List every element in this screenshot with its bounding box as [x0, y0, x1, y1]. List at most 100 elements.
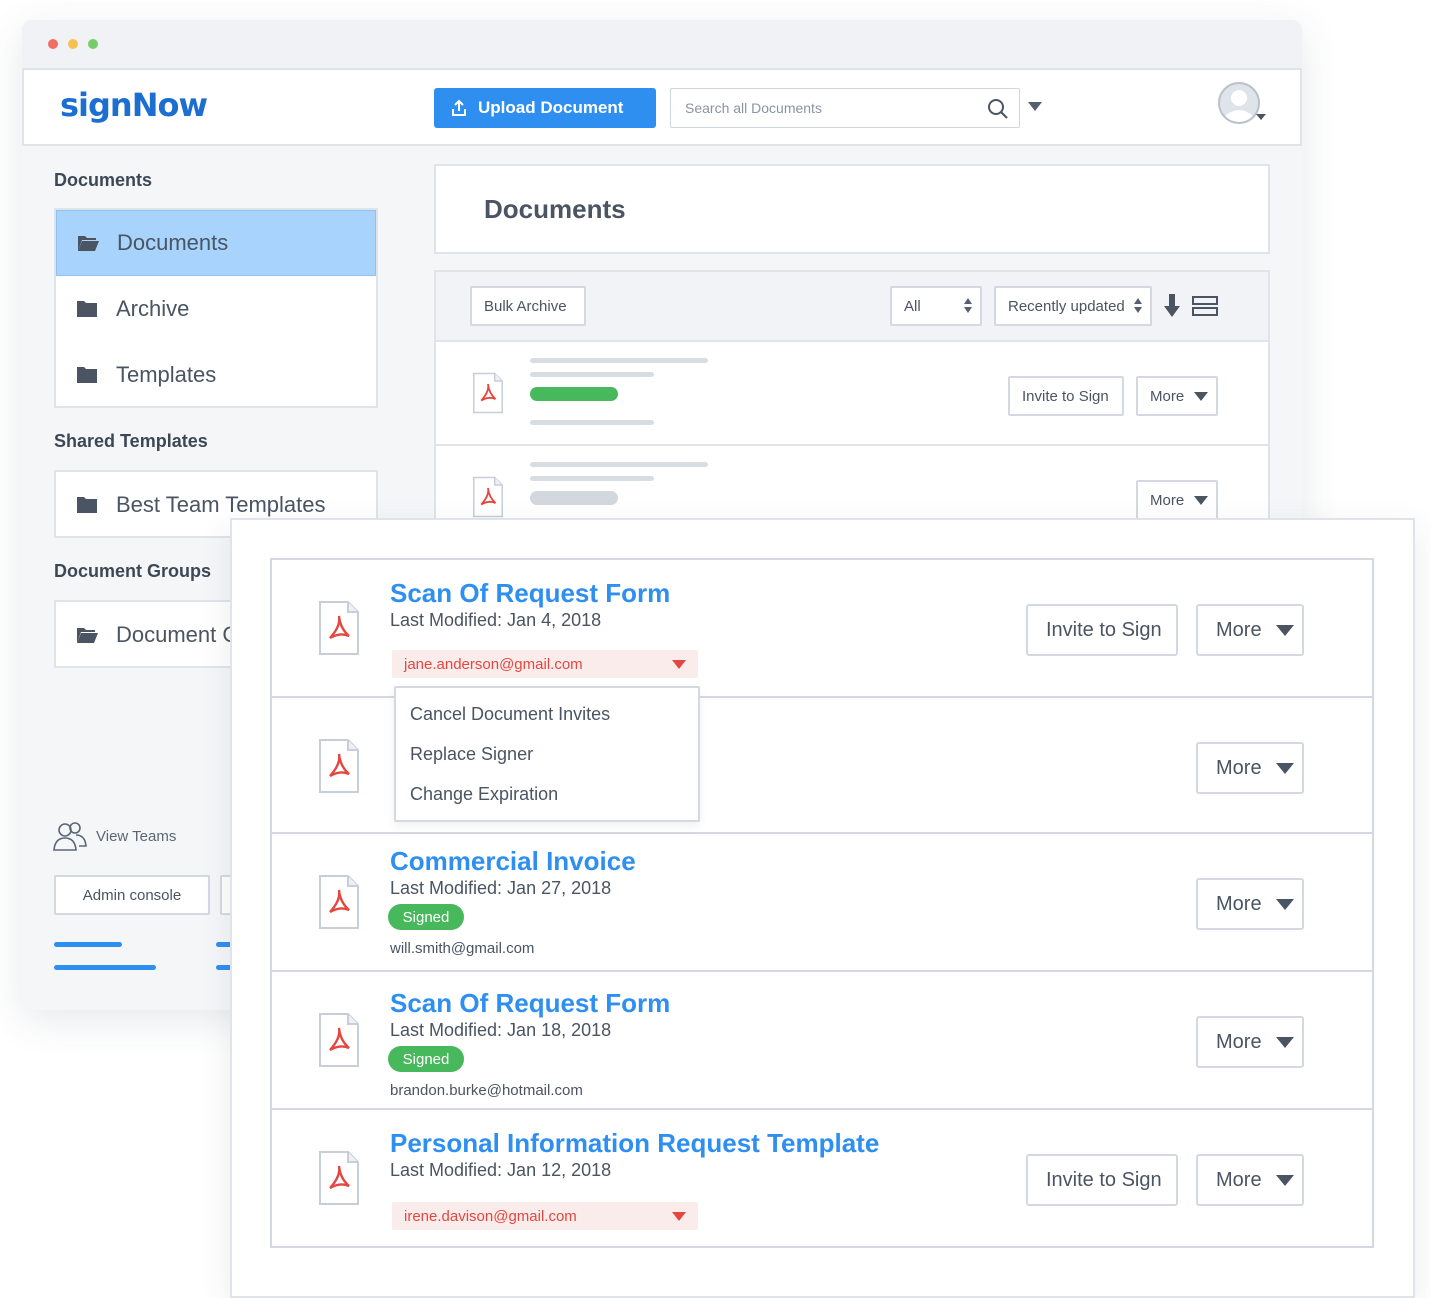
top-header: signNow Upload Document Search all Docum…	[22, 68, 1302, 146]
select-arrows-icon	[964, 298, 972, 313]
sidebar-item-documents[interactable]: Documents	[56, 210, 376, 276]
signer-options-menu: Cancel Document Invites Replace Signer C…	[394, 686, 700, 822]
view-teams-link[interactable]: View Teams	[52, 820, 176, 852]
sidebar-item-label: Best Team Templates	[116, 492, 326, 517]
document-row[interactable]: Commercial Invoice Last Modified: Jan 27…	[272, 834, 1372, 972]
document-row-placeholder[interactable]: Invite to Sign More	[434, 342, 1270, 446]
invite-to-sign-button[interactable]: Invite to Sign	[1008, 376, 1124, 416]
user-avatar-icon[interactable]	[1218, 82, 1266, 130]
caret-down-icon	[1275, 1174, 1294, 1186]
signer-email: brandon.burke@hotmail.com	[390, 1082, 583, 1099]
sidebar-item-templates[interactable]: Templates	[56, 342, 376, 408]
signer-email: irene.davison@gmail.com	[404, 1207, 577, 1225]
last-modified: Last Modified: Jan 27, 2018	[390, 878, 612, 898]
page-title: Documents	[484, 194, 626, 224]
more-button[interactable]: More	[1196, 1154, 1304, 1206]
more-button[interactable]: More	[1136, 376, 1218, 416]
invite-to-sign-button[interactable]: Invite to Sign	[1026, 604, 1178, 656]
upload-document-button[interactable]: Upload Document	[434, 88, 656, 128]
last-modified: Last Modified: Jan 12, 2018	[390, 1160, 612, 1180]
pdf-file-icon	[319, 601, 359, 655]
document-title[interactable]: Scan Of Request Form	[390, 578, 670, 609]
folder-open-icon	[78, 236, 99, 251]
more-button-label: More	[1216, 1030, 1262, 1053]
signer-dropdown[interactable]: jane.anderson@gmail.com	[392, 650, 698, 678]
status-pill	[530, 387, 618, 401]
status-badge: Signed	[388, 1046, 464, 1072]
view-teams-label: View Teams	[96, 827, 177, 845]
sort-select[interactable]: Recently updated	[994, 286, 1152, 326]
documents-folder-list: Documents Archive Templates	[54, 208, 378, 408]
folder-icon	[77, 497, 97, 513]
last-modified: Last Modified: Jan 4, 2018	[390, 610, 602, 630]
sort-select-value: Recently updated	[1008, 297, 1125, 315]
admin-console-button[interactable]: Admin console	[54, 875, 210, 915]
document-row[interactable]: Personal Information Request Template La…	[272, 1110, 1372, 1248]
decorative-bar	[54, 942, 122, 947]
folder-icon	[77, 367, 97, 383]
more-button-label: More	[1216, 892, 1262, 915]
last-modified: Last Modified: Jan 18, 2018	[390, 1020, 612, 1040]
invite-to-sign-button[interactable]: Invite to Sign	[1026, 1154, 1178, 1206]
signer-dropdown[interactable]: irene.davison@gmail.com	[392, 1202, 698, 1230]
sort-direction-icon[interactable]	[1164, 294, 1180, 318]
sidebar-item-label: Templates	[116, 362, 217, 387]
menu-item-change-expiration[interactable]: Change Expiration	[410, 784, 558, 805]
sidebar-item-label: Documents	[117, 230, 229, 255]
sidebar-item-label: Archive	[116, 296, 190, 321]
filter-select[interactable]: All	[890, 286, 982, 326]
caret-down-icon	[1275, 624, 1294, 636]
minimize-window-dot[interactable]	[68, 39, 78, 49]
list-view-icon[interactable]	[1192, 296, 1218, 316]
placeholder-line	[530, 372, 654, 377]
signnow-logo[interactable]: signNow	[60, 86, 208, 124]
more-button[interactable]: More	[1196, 1016, 1304, 1068]
placeholder-line	[530, 420, 654, 425]
upload-document-label: Upload Document	[478, 98, 624, 117]
caret-down-icon	[1194, 391, 1209, 401]
menu-item-replace-signer[interactable]: Replace Signer	[410, 744, 533, 765]
upload-icon	[452, 99, 466, 116]
caret-down-icon	[1275, 1036, 1294, 1048]
maximize-window-dot[interactable]	[88, 39, 98, 49]
placeholder-line	[530, 462, 708, 467]
pdf-file-icon	[473, 476, 503, 518]
more-button[interactable]: More	[1196, 878, 1304, 930]
close-window-dot[interactable]	[48, 39, 58, 49]
more-button-label: More	[1216, 618, 1262, 641]
document-row[interactable]: Scan Of Request Form Last Modified: Jan …	[272, 560, 1372, 698]
status-badge: Signed	[388, 904, 464, 930]
caret-down-icon	[672, 660, 686, 669]
caret-down-icon	[1275, 762, 1294, 774]
more-button[interactable]: More	[1196, 604, 1304, 656]
caret-down-icon	[1275, 898, 1294, 910]
page-title-panel: Documents	[434, 164, 1270, 254]
search-icon[interactable]	[987, 98, 1009, 120]
more-button-label: More	[1216, 756, 1262, 779]
document-title[interactable]: Commercial Invoice	[390, 846, 636, 877]
status-pill	[530, 491, 618, 505]
more-button-label: More	[1150, 387, 1185, 405]
more-button[interactable]: More	[1136, 480, 1218, 520]
teams-icon	[53, 822, 87, 851]
sidebar-item-archive[interactable]: Archive	[56, 276, 376, 342]
document-groups-heading: Document Groups	[54, 561, 212, 581]
filter-select-value: All	[904, 297, 921, 315]
more-button[interactable]: More	[1196, 742, 1304, 794]
pdf-file-icon	[319, 1151, 359, 1205]
more-button-label: More	[1150, 491, 1185, 509]
menu-item-cancel-document-invites[interactable]: Cancel Document Invites	[410, 704, 610, 725]
search-placeholder: Search all Documents	[685, 100, 822, 116]
signer-email: jane.anderson@gmail.com	[404, 655, 583, 673]
caret-down-icon	[1194, 495, 1209, 505]
pdf-file-icon	[319, 739, 359, 793]
document-title[interactable]: Scan Of Request Form	[390, 988, 670, 1019]
document-list: Scan Of Request Form Last Modified: Jan …	[270, 558, 1374, 1248]
bulk-archive-button[interactable]: Bulk Archive	[470, 286, 586, 326]
search-options-caret-icon[interactable]	[1028, 102, 1042, 111]
search-input[interactable]: Search all Documents	[670, 88, 1020, 128]
more-button-label: More	[1216, 1168, 1262, 1191]
document-title[interactable]: Personal Information Request Template	[390, 1128, 879, 1159]
document-row[interactable]: Scan Of Request Form Last Modified: Jan …	[272, 972, 1372, 1110]
pdf-file-icon	[473, 372, 503, 414]
